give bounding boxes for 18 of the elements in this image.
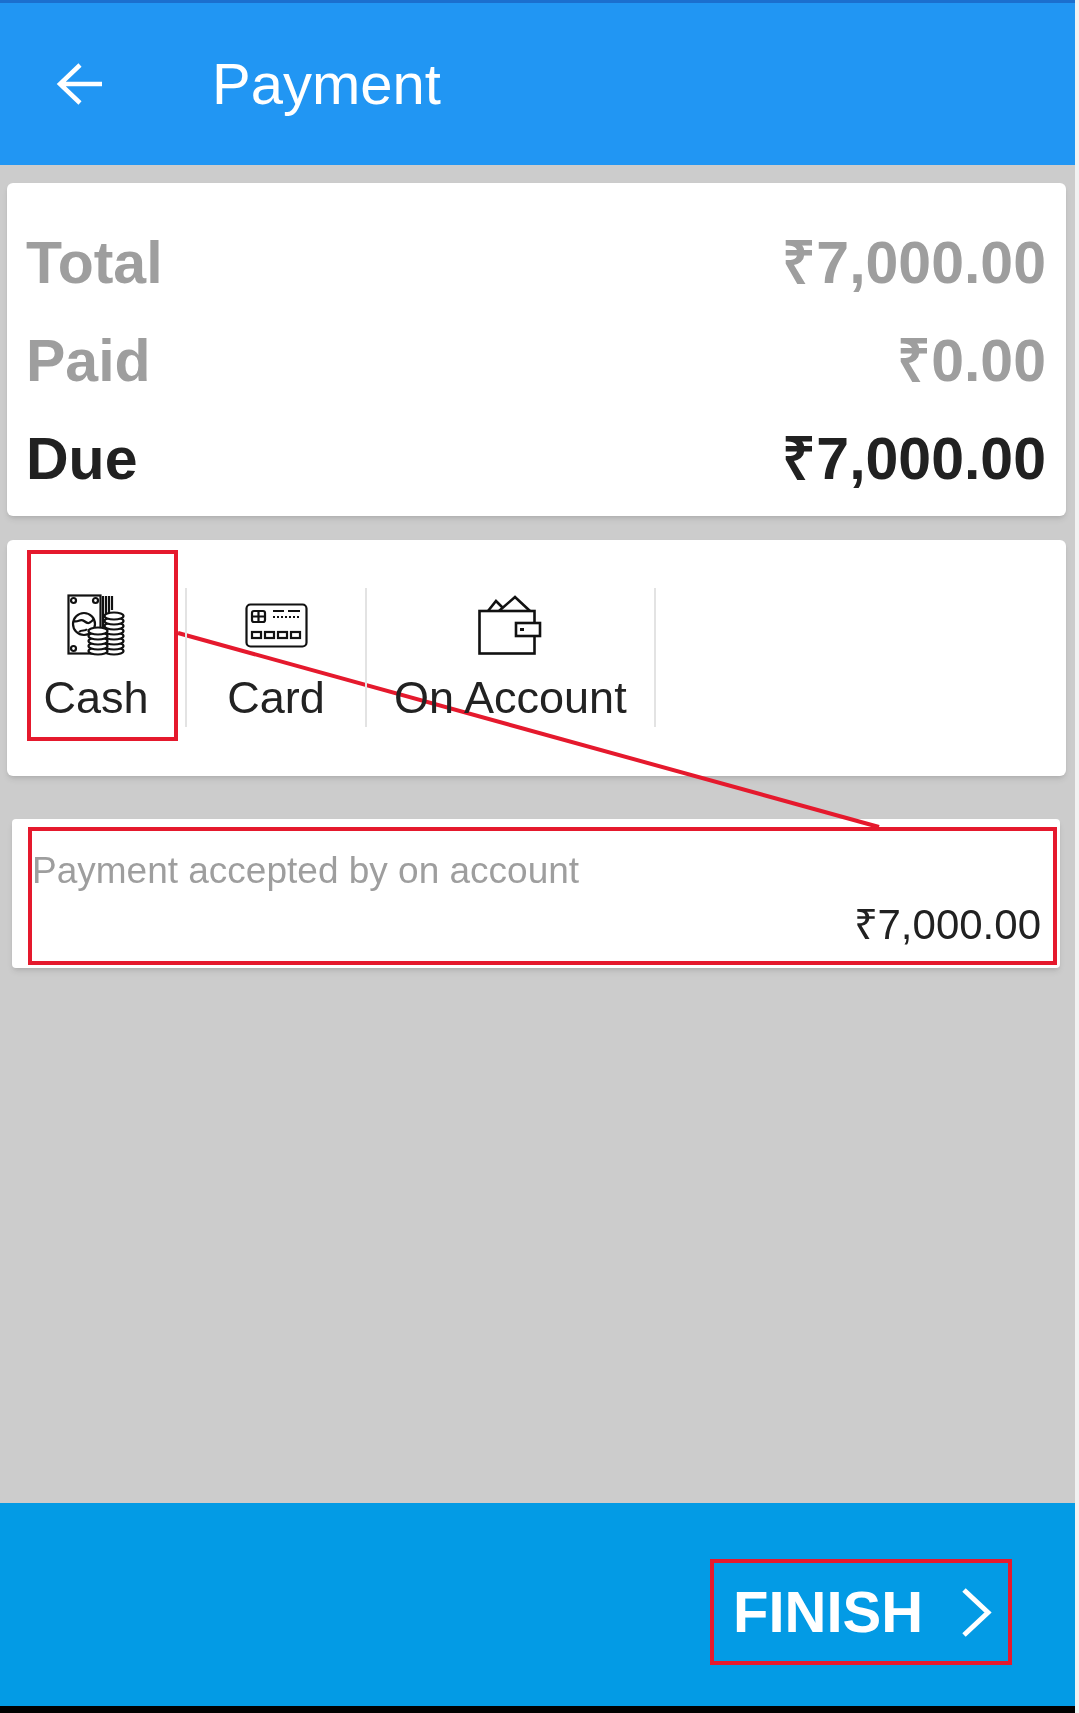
amount-field[interactable]: Payment accepted by on account ₹7,000.00 xyxy=(12,819,1060,968)
payment-method-tab[interactable]: Card xyxy=(187,588,367,727)
summary-label: Due xyxy=(26,425,138,494)
credit-card-icon xyxy=(244,602,308,648)
summary-amount: ₹0.00 xyxy=(897,327,1046,396)
back-arrow-icon xyxy=(55,61,104,107)
field-value: ₹7,000.00 xyxy=(853,900,1041,950)
back-button[interactable] xyxy=(55,61,104,107)
field-label: Payment accepted by on account xyxy=(32,849,581,893)
wallet-icon xyxy=(478,595,543,655)
screen-title: Payment xyxy=(212,50,441,118)
summary-amount: ₹7,000.00 xyxy=(782,229,1046,298)
payment-method-tab[interactable]: Cash xyxy=(7,588,187,727)
summary-amount: ₹7,000.00 xyxy=(782,425,1046,494)
chevron-right-icon xyxy=(961,1586,993,1638)
summary-label: Paid xyxy=(26,327,151,396)
cash-coins-icon xyxy=(67,594,125,656)
summary-label: Total xyxy=(26,229,163,298)
